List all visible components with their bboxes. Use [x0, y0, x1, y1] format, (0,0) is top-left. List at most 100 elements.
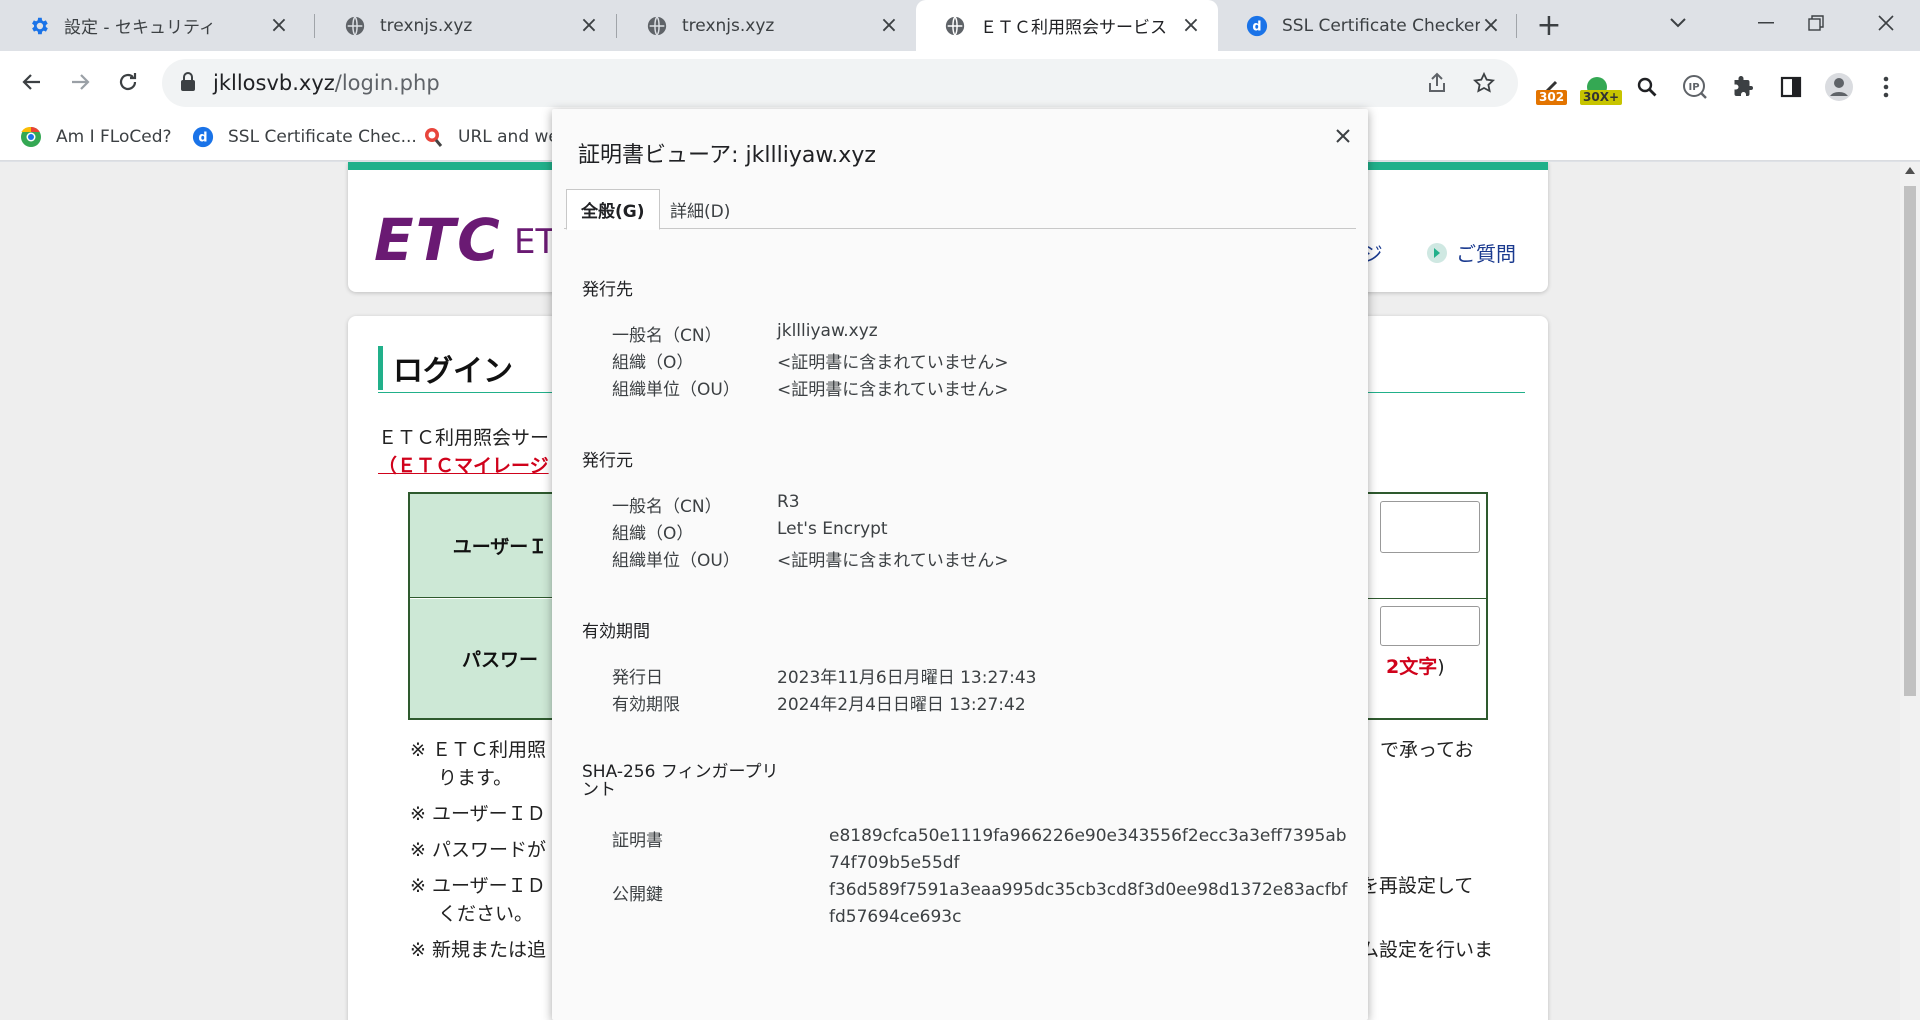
close-icon[interactable]: × [878, 13, 900, 38]
user-id-input[interactable] [1380, 501, 1480, 553]
expiry-date-value: 2024年2月4日日曜日 13:27:42 [777, 695, 1026, 715]
d-logo-icon: d [192, 126, 214, 148]
ip-label: IP [1688, 82, 1699, 93]
issued-to-o-key: 組織（O） [612, 353, 694, 373]
password-input[interactable] [1380, 606, 1480, 646]
star-icon[interactable] [1471, 70, 1497, 96]
new-tab-button[interactable]: + [1532, 8, 1566, 43]
fingerprint-cert-key: 証明書 [612, 831, 663, 851]
issued-date-value: 2023年11月6日月曜日 13:27:43 [777, 668, 1037, 688]
tab-label: trexnjs.xyz [380, 15, 473, 36]
window-close-button[interactable] [1866, 6, 1906, 40]
arrow-right-icon [72, 74, 90, 90]
restore-button[interactable] [1796, 6, 1836, 40]
close-icon [1336, 129, 1350, 143]
tab-details[interactable]: 詳細(D) [656, 189, 744, 229]
bookmark-label: URL and we [458, 127, 559, 147]
profile-button[interactable] [1822, 70, 1856, 104]
tab-separator [314, 14, 315, 38]
note-2: ※ ユーザーＩＤ [410, 803, 546, 825]
issued-by-ou-key: 組織単位（OU） [612, 551, 740, 571]
tab-etc-service[interactable]: ＥＴＣ利用照会サービス × [916, 0, 1218, 51]
reload-icon [119, 73, 137, 91]
menu-button[interactable] [1869, 70, 1903, 104]
section-fingerprints: SHA-256 フィンガープリ ント [582, 763, 778, 799]
note-4-cont: ください。 [438, 903, 534, 925]
bookmark-ssl-checker[interactable]: d SSL Certificate Chec... [192, 124, 417, 150]
issued-by-o-value: Let's Encrypt [777, 519, 888, 539]
close-icon[interactable]: × [268, 13, 290, 38]
puzzle-icon [1734, 76, 1753, 96]
note-4-right: を再設定して [1360, 875, 1474, 897]
tab-trexnjs-1[interactable]: trexnjs.xyz × [316, 0, 616, 51]
svg-text:d: d [1252, 19, 1261, 34]
tab-label: ＥＴＣ利用照会サービス [980, 18, 1167, 38]
status-code-extension[interactable]: 30X+ [1580, 70, 1623, 105]
bookmark-label: Am I FLoCed? [56, 127, 172, 147]
tab-separator [1516, 14, 1517, 38]
globe-icon [344, 15, 366, 37]
page-scrollbar[interactable] [1900, 162, 1920, 1020]
extensions-button[interactable] [1726, 70, 1760, 104]
url-text[interactable]: jkllosvb.xyz/login.php [213, 71, 440, 95]
tab-settings-security[interactable]: 設定 - セキュリティ × [0, 0, 306, 51]
bookmark-am-i-floced[interactable]: Am I FLoCed? [20, 124, 172, 150]
side-panel-button[interactable] [1774, 70, 1808, 104]
dialog-close-button[interactable] [1328, 121, 1358, 151]
note-5-right: ム設定を行いま [1360, 939, 1494, 961]
lock-icon[interactable] [180, 72, 196, 96]
back-button[interactable] [14, 64, 50, 100]
note-1-right: で承ってお [1380, 739, 1474, 761]
scroll-up-arrow-icon[interactable] [1905, 167, 1915, 174]
bookmark-url-and-web[interactable]: URL and we [422, 124, 559, 150]
intro-line: ＥＴＣ利用照会サー [378, 427, 550, 449]
fingerprints-heading-line1: SHA-256 フィンガープリ [582, 762, 779, 782]
dialog-title: 証明書ビューア: jkllliyaw.xyz [578, 143, 876, 168]
note-4: ※ ユーザーＩＤ [410, 875, 546, 897]
tab-label: SSL Certificate Checker - [1282, 15, 1480, 36]
forward-button[interactable] [62, 64, 98, 100]
page-title: ログイン [378, 346, 513, 390]
fingerprints-heading-line2: ント [582, 780, 616, 800]
arrow-circle-icon [1427, 242, 1447, 263]
issued-to-cn-key: 一般名（CN） [612, 326, 722, 346]
arrow-left-icon [22, 74, 40, 90]
url-path: /login.php [334, 71, 440, 95]
tab-general[interactable]: 全般(G) [566, 189, 660, 230]
restore-icon [1808, 15, 1824, 31]
note-5: ※ 新規または追 [410, 939, 546, 961]
tab-ssl-checker[interactable]: d SSL Certificate Checker - × [1218, 0, 1518, 51]
issued-date-key: 発行日 [612, 668, 663, 688]
password-note-red: 2文字 [1386, 656, 1438, 678]
close-icon[interactable]: × [578, 13, 600, 38]
note-3: ※ パスワードが [410, 839, 546, 861]
tab-separator [616, 14, 617, 38]
intro-text: ＥＴＣ利用照会サー （ＥＴＣマイレージ [378, 424, 549, 480]
ip-extension[interactable]: IP [1678, 70, 1712, 104]
globe-icon [646, 15, 668, 37]
section-validity: 有効期間 [582, 622, 650, 642]
address-bar[interactable]: jkllosvb.xyz/login.php [162, 59, 1518, 107]
section-issued-to: 発行先 [582, 280, 633, 300]
issued-to-cn-value: jkllliyaw.xyz [777, 321, 878, 341]
tab-trexnjs-2[interactable]: trexnjs.xyz × [618, 0, 916, 51]
browser-toolbar: jkllosvb.xyz/login.php 302 30X+ IP [0, 51, 1920, 114]
minimize-button[interactable] [1746, 6, 1786, 40]
dialog-tabbar: 全般(G) 詳細(D) [564, 189, 1356, 230]
chevron-down-icon [1670, 18, 1686, 28]
search-extension[interactable] [1630, 70, 1664, 104]
etc-logo[interactable]: ETC [374, 206, 502, 274]
header-link-faq[interactable]: ご質問 [1426, 238, 1516, 267]
close-icon[interactable]: × [1480, 13, 1502, 38]
tab-search-button[interactable] [1658, 6, 1698, 40]
section-issued-by: 発行元 [582, 451, 633, 471]
password-note: 2文字) [1386, 652, 1445, 679]
reload-button[interactable] [110, 64, 146, 100]
close-icon[interactable]: × [1180, 13, 1202, 38]
site-subtitle: ET [514, 222, 557, 262]
mileage-link[interactable]: （ＥＴＣマイレージ [378, 452, 549, 480]
scrollbar-thumb[interactable] [1904, 186, 1916, 696]
share-icon[interactable] [1424, 70, 1450, 96]
redirect-extension[interactable]: 302 [1534, 70, 1568, 105]
tab-label: trexnjs.xyz [682, 15, 775, 36]
